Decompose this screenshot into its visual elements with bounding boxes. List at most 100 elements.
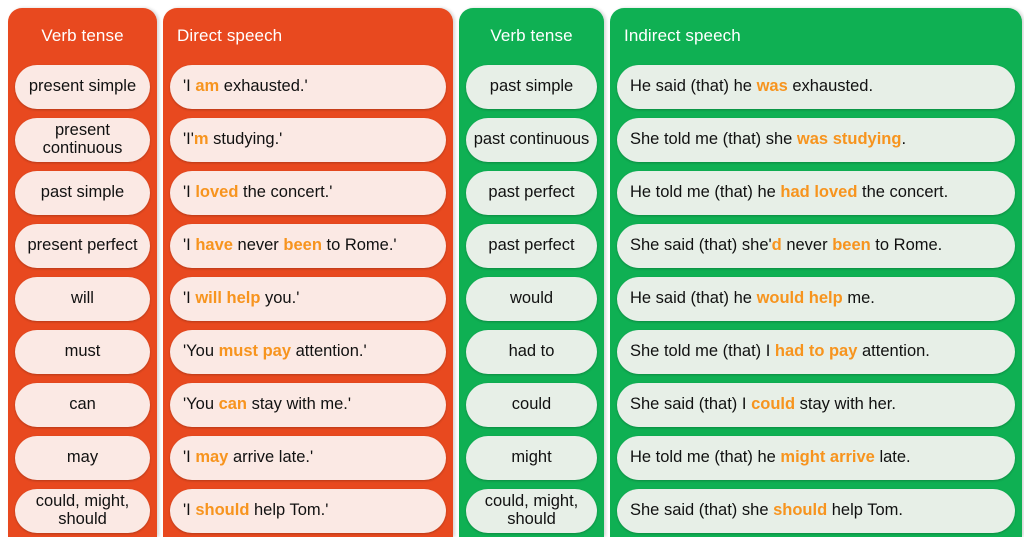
cell-text: 'I loved the concert.' — [183, 183, 333, 202]
highlighted-word: can — [218, 395, 248, 414]
plain-text: 'I — [183, 448, 196, 467]
indirect-speech-cell: She said (that) she should help Tom. — [617, 489, 1015, 533]
direct-speech-cell: 'I have never been to Rome.' — [170, 224, 446, 268]
cell-text: present perfect — [27, 236, 138, 255]
plain-text: never — [232, 236, 284, 255]
cell-text: could, might, should — [484, 492, 579, 528]
direct-speech-cell: 'You must pay attention.' — [170, 330, 446, 374]
plain-text: She told me (that) she — [630, 130, 797, 149]
plain-text: me. — [842, 289, 875, 308]
direct-speech-cell: 'I will help you.' — [170, 277, 446, 321]
highlighted-word: have — [195, 236, 233, 255]
cell-text: had to — [508, 342, 555, 361]
indirect-verb-tense-cell: past simple — [466, 65, 597, 109]
direct-verb-tense-cell: past simple — [15, 171, 150, 215]
indirect-verb-tense-cell: could, might, should — [466, 489, 597, 533]
highlighted-word: been — [283, 236, 322, 255]
cell-text: past perfect — [488, 183, 575, 202]
direct-verb-tense-cell: will — [15, 277, 150, 321]
plain-text: He told me (that) he — [630, 183, 781, 202]
plain-text: He told me (that) he — [630, 448, 781, 467]
highlighted-word: had to pay — [774, 342, 858, 361]
plain-text: stay with her. — [795, 395, 896, 414]
plain-text: never — [781, 236, 833, 255]
column-direct-speech: Direct speech 'I am exhausted.' 'I'm stud… — [163, 8, 453, 537]
direct-speech-cells: 'I am exhausted.' 'I'm studying.' 'I loved… — [170, 65, 446, 533]
cell-text: 'I may arrive late.' — [183, 448, 314, 467]
highlighted-word: will help — [195, 289, 261, 308]
plain-text: to Rome. — [870, 236, 943, 255]
reported-speech-table: Verb tense present simple present continu… — [0, 0, 1024, 537]
plain-text: He said (that) he — [630, 77, 757, 96]
cell-text: past simple — [489, 77, 574, 96]
cell-text: 'I'm studying.' — [183, 130, 282, 149]
cell-text: present continuous — [42, 121, 123, 157]
column-header-direct-speech: Direct speech — [170, 8, 446, 65]
cell-text: must — [64, 342, 101, 361]
plain-text: to Rome.' — [321, 236, 397, 255]
column-header-label: Direct speech — [177, 26, 283, 46]
indirect-verb-tense-cell: past perfect — [466, 171, 597, 215]
plain-text: you.' — [260, 289, 300, 308]
cell-text: 'I should help Tom.' — [183, 501, 329, 520]
plain-text: attention.' — [291, 342, 367, 361]
cell-text: past simple — [40, 183, 125, 202]
direct-speech-cell: 'I may arrive late.' — [170, 436, 446, 480]
direct-verb-tense-cell: present continuous — [15, 118, 150, 162]
cell-text: She said (that) I could stay with her. — [630, 395, 896, 414]
column-header-label: Verb tense — [490, 26, 573, 46]
direct-speech-cell: 'I am exhausted.' — [170, 65, 446, 109]
cell-text: would — [509, 289, 554, 308]
direct-speech-cell: 'I'm studying.' — [170, 118, 446, 162]
indirect-speech-cell: He said (that) he would help me. — [617, 277, 1015, 321]
highlighted-word: loved — [195, 183, 239, 202]
plain-text: 'I — [183, 236, 196, 255]
highlighted-word: would help — [756, 289, 843, 308]
indirect-verb-tense-cell: had to — [466, 330, 597, 374]
cell-text: He said (that) he would help me. — [630, 289, 875, 308]
indirect-verb-tense-cell: would — [466, 277, 597, 321]
cell-text: 'You can stay with me.' — [183, 395, 351, 414]
plain-text: arrive late.' — [228, 448, 314, 467]
direct-verb-tense-cells: present simple present continuous past sim… — [15, 65, 150, 533]
direct-verb-tense-cell: present perfect — [15, 224, 150, 268]
cell-text: could, might, should — [35, 492, 130, 528]
plain-text: help Tom. — [827, 501, 903, 520]
column-header-indirect-speech: Indirect speech — [617, 8, 1015, 65]
cell-text: She said (that) she'd never been to Rome… — [630, 236, 943, 255]
plain-text: exhausted. — [787, 77, 874, 96]
highlighted-word: was — [756, 77, 788, 96]
plain-text: . — [901, 130, 907, 149]
plain-text: 'I — [183, 183, 196, 202]
cell-text: 'I have never been to Rome.' — [183, 236, 397, 255]
plain-text: exhausted.' — [219, 77, 308, 96]
highlighted-word: been — [832, 236, 871, 255]
direct-speech-cell: 'I should help Tom.' — [170, 489, 446, 533]
direct-verb-tense-cell: must — [15, 330, 150, 374]
highlighted-word: must pay — [218, 342, 292, 361]
indirect-verb-tense-cell: past perfect — [466, 224, 597, 268]
cell-text: past perfect — [488, 236, 575, 255]
direct-verb-tense-cell: can — [15, 383, 150, 427]
highlighted-word: had loved — [780, 183, 858, 202]
plain-text: She told me (that) I — [630, 342, 775, 361]
cell-text: He said (that) he was exhausted. — [630, 77, 874, 96]
indirect-speech-cell: She told me (that) she was studying. — [617, 118, 1015, 162]
plain-text: 'I — [183, 289, 196, 308]
plain-text: She said (that) I — [630, 395, 752, 414]
cell-text: will — [71, 289, 94, 308]
highlighted-word: should — [773, 501, 828, 520]
indirect-speech-cell: She said (that) she'd never been to Rome… — [617, 224, 1015, 268]
column-header-label: Verb tense — [41, 26, 124, 46]
cell-text: 'You must pay attention.' — [183, 342, 367, 361]
indirect-speech-cells: He said (that) he was exhausted. She told… — [617, 65, 1015, 533]
direct-verb-tense-cell: may — [15, 436, 150, 480]
plain-text: the concert.' — [238, 183, 333, 202]
column-header-indirect-verb-tense: Verb tense — [466, 8, 597, 65]
indirect-speech-cell: She told me (that) I had to pay attentio… — [617, 330, 1015, 374]
indirect-speech-cell: She said (that) I could stay with her. — [617, 383, 1015, 427]
column-indirect-speech: Indirect speech He said (that) he was ex… — [610, 8, 1022, 537]
indirect-verb-tense-cells: past simple past continuous past perfect pa… — [466, 65, 597, 533]
column-header-label: Indirect speech — [624, 26, 741, 46]
plain-text: help Tom.' — [249, 501, 329, 520]
